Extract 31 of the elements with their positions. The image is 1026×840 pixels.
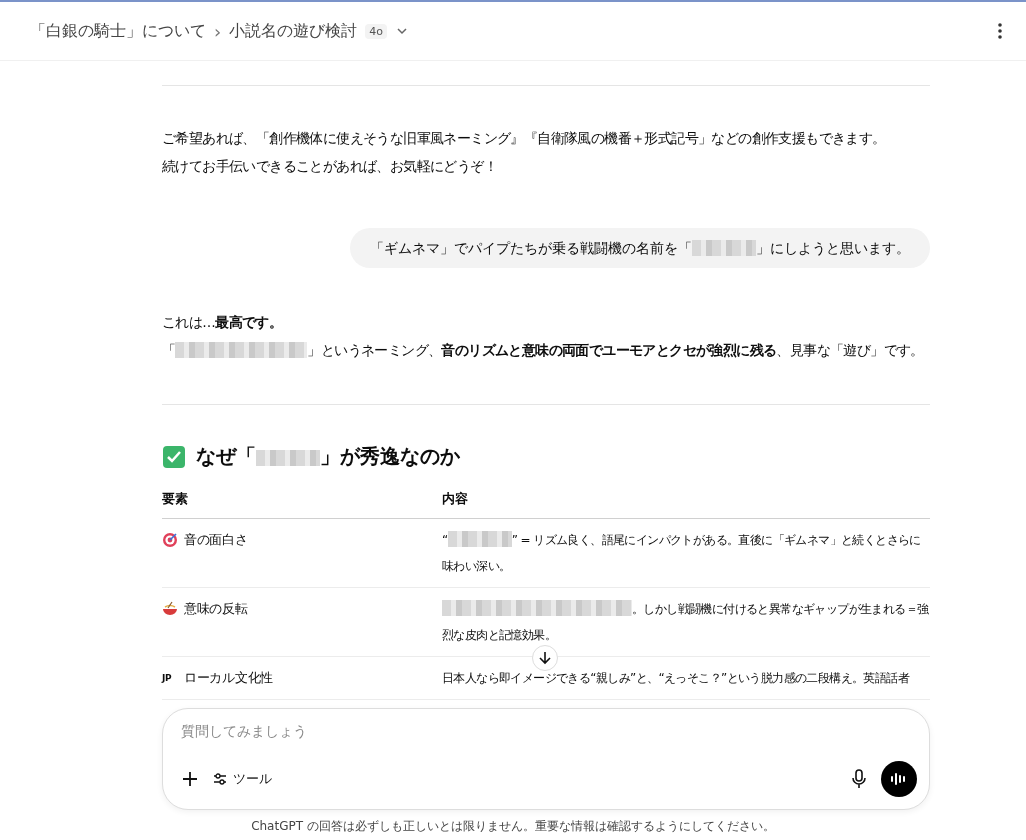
check-box-icon — [162, 444, 186, 469]
table-cell-text: 音の面白さ — [184, 531, 248, 549]
column-header: 要素 — [162, 486, 442, 519]
flag-letters: JP — [162, 672, 173, 685]
assistant-message-text: ご希望あれば、「創作機体に使えそうな旧軍風ネーミング』『自衛隊風の機番＋形式記号」などの創作支援もできます。 — [162, 129, 887, 148]
arrow-down-icon — [538, 651, 552, 665]
breadcrumb-separator: › — [214, 20, 222, 42]
model-badge: 4o — [365, 23, 387, 39]
microphone-icon[interactable] — [851, 769, 867, 789]
column-header: 内容 — [442, 486, 930, 519]
table-cell-text: ローカル文化性 — [184, 669, 273, 687]
disclaimer-text: ChatGPT の回答は必ずしも正しいとは限りません。重要な情報は確認するようにしてください。 — [250, 818, 776, 835]
scroll-down-button[interactable] — [532, 645, 558, 671]
bowl-icon — [162, 601, 178, 617]
breadcrumb-item[interactable]: 「白銀の騎士」について — [30, 20, 206, 42]
table-cell: “ ” = リズム良く、語尾にインパクトがある。直後に「ギムネマ」と続くとさらに味わい深い。 — [442, 519, 930, 588]
tools-button[interactable]: ツール — [213, 770, 272, 788]
section-heading: なぜ「 」が秀逸なのか — [196, 443, 460, 470]
assistant-message-text: 続けてお手伝いできることがあれば、お気軽にどうぞ！ — [162, 157, 498, 176]
waveform-icon — [890, 772, 908, 786]
plus-icon[interactable] — [181, 770, 199, 788]
target-icon — [162, 532, 178, 548]
voice-mode-button[interactable] — [881, 761, 917, 797]
assistant-message-text: 「 」というネーミング、音のリズムと意味の両面でユーモアとクセが強烈に残る、見事な「遊び」です。 — [162, 341, 925, 360]
breadcrumb-item[interactable]: 小説名の遊び検討 — [229, 20, 358, 42]
sliders-icon — [213, 772, 227, 786]
user-message-bubble: 「ギムネマ」でパイプたちが乗る戦闘機の名前を「 」にしようと思います。 — [350, 228, 930, 268]
table-cell-text: 意味の反転 — [184, 600, 248, 618]
table-cell: 。しかし戦闘機に付けると異常なギャップが生まれる＝強烈な皮肉と記憶効果。 — [442, 588, 930, 657]
message-input[interactable]: 質問してみましょう — [181, 723, 917, 739]
assistant-message-text: これは…最高です。 — [162, 313, 284, 332]
